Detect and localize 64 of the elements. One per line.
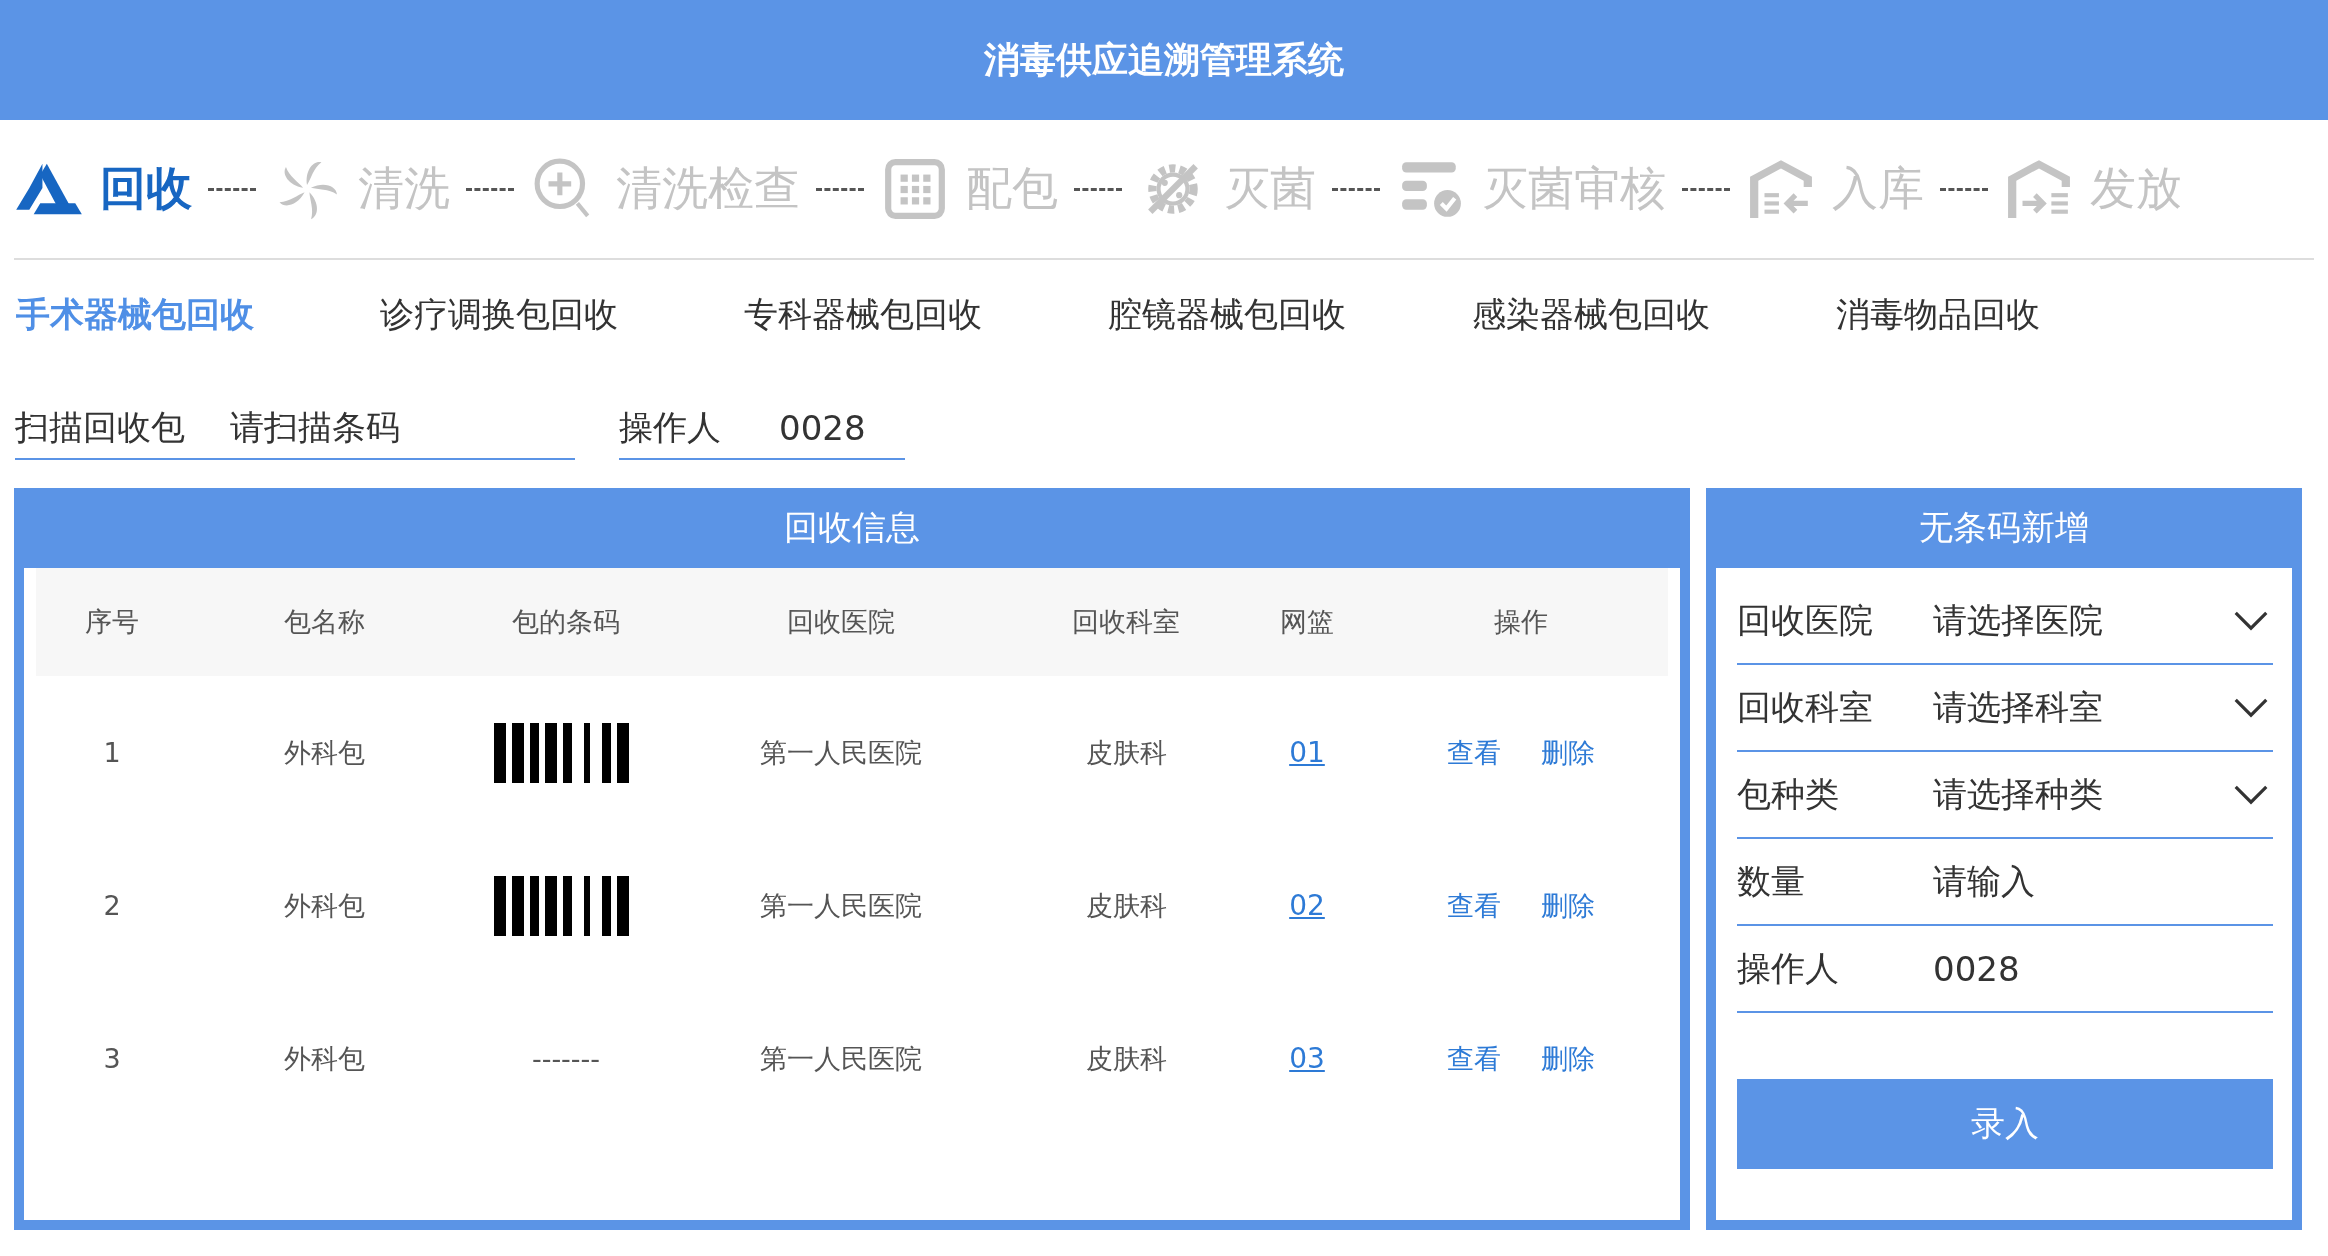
table-cell-text: 1 (102, 737, 122, 768)
panel-title: 无条码新增 (1918, 506, 2090, 549)
field-placeholder: 请扫描条码 (230, 406, 400, 449)
column-header: 包的条码 (511, 605, 621, 639)
field-placeholder: 请输入 (1933, 859, 2035, 903)
table-cell-text: 外科包 (282, 888, 366, 923)
chevron-down-icon (2233, 783, 2269, 806)
column-header: 包名称 (282, 605, 366, 639)
action-link[interactable]: 查看 (1447, 734, 1501, 771)
field-placeholder: 请选择种类 (1933, 772, 2103, 816)
action-link[interactable]: 删除 (1541, 734, 1595, 771)
column-header: 回收科室 (1071, 605, 1181, 639)
category-tab[interactable]: 腔镜器械包回收 (1108, 292, 1472, 338)
table-cell-text: 第一人民医院 (759, 735, 923, 770)
submit-button[interactable]: 录入 (1737, 1079, 2273, 1169)
category-tab[interactable]: 手术器械包回收 (16, 292, 380, 338)
action-link[interactable]: 查看 (1447, 887, 1501, 924)
chevron-down-icon (2233, 609, 2269, 632)
table-cell-text: 3 (102, 1043, 122, 1074)
input-field[interactable]: 数量 请输入 (1737, 839, 2273, 926)
process-step[interactable]: 回收 (14, 156, 192, 222)
table-cell-text: 外科包 (282, 1041, 366, 1076)
table-cell: ------- (531, 1043, 601, 1074)
field-label: 操作人 (1737, 946, 1840, 990)
app-title: 消毒供应追溯管理系统 (984, 37, 1344, 82)
action-link[interactable]: 查看 (1447, 1040, 1501, 1077)
select-field[interactable]: 回收科室 请选择科室 (1737, 665, 2273, 752)
category-tab[interactable]: 专科器械包回收 (744, 292, 1108, 338)
table-cell-text: 外科包 (282, 735, 366, 770)
scan-field[interactable]: 扫描回收包 请扫描条码 (15, 398, 575, 460)
select-field[interactable]: 回收医院 请选择医院 (1737, 578, 2273, 665)
basket-link[interactable]: 03 (1289, 1042, 1325, 1075)
chevron-down-icon (2233, 696, 2269, 719)
column-header: 序号 (84, 605, 140, 639)
category-tab[interactable]: 诊疗调换包回收 (380, 292, 744, 338)
category-tab[interactable]: 感染器械包回收 (1472, 292, 1836, 338)
operator-field[interactable]: 操作人 0028 (619, 398, 905, 460)
basket-link[interactable]: 01 (1289, 736, 1325, 769)
action-link[interactable]: 删除 (1541, 1040, 1595, 1077)
field-value: 0028 (779, 408, 866, 448)
field-placeholder: 请选择科室 (1933, 685, 2103, 729)
field-label: 数量 (1737, 859, 1806, 903)
column-header: 操作 (1493, 605, 1549, 639)
field-value: 0028 (1933, 948, 2020, 989)
basket-link[interactable]: 02 (1289, 889, 1325, 922)
table-cell-text: 2 (102, 890, 122, 921)
column-header: 回收医院 (786, 605, 896, 639)
table-cell-text: 皮肤科 (1084, 888, 1168, 923)
field-label: 扫描回收包 (15, 406, 186, 449)
field-label: 回收医院 (1737, 598, 1874, 642)
action-link[interactable]: 删除 (1541, 887, 1595, 924)
field-label: 回收科室 (1737, 685, 1874, 729)
input-field[interactable]: 操作人 0028 (1737, 926, 2273, 1013)
select-field[interactable]: 包种类 请选择种类 (1737, 752, 2273, 839)
field-label: 包种类 (1737, 772, 1840, 816)
category-tab[interactable]: 消毒物品回收 (1836, 292, 2200, 338)
table-cell-text: 第一人民医院 (759, 1041, 923, 1076)
table-cell-text: 皮肤科 (1084, 735, 1168, 770)
field-label: 操作人 (619, 406, 722, 449)
column-header: 网篮 (1279, 605, 1335, 639)
field-placeholder: 请选择医院 (1933, 598, 2103, 642)
panel-title: 回收信息 (783, 506, 921, 549)
table-cell-text: 皮肤科 (1084, 1041, 1168, 1076)
table-cell-text: 第一人民医院 (759, 888, 923, 923)
